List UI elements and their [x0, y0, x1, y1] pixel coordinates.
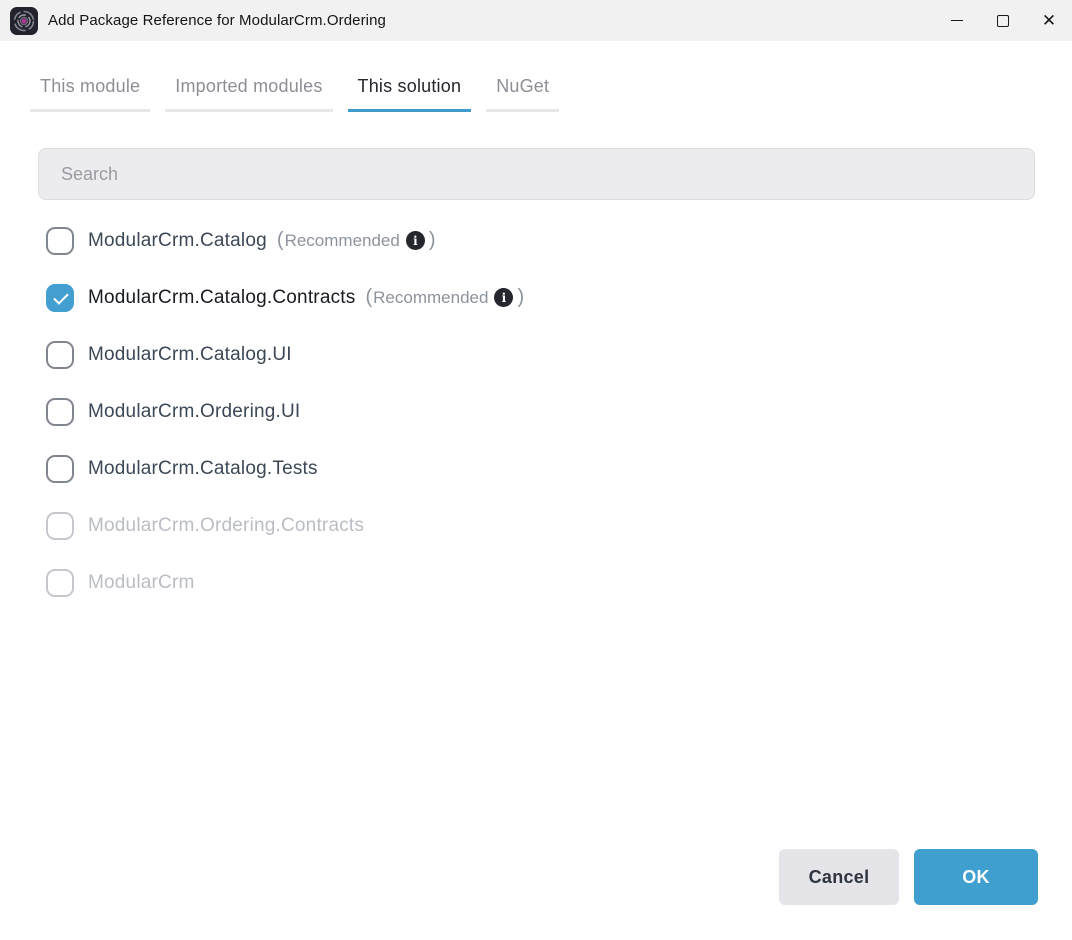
recommended-label: Recommended — [373, 288, 488, 308]
package-row: ModularCrm (i) — [46, 554, 1072, 611]
search-input[interactable] — [38, 148, 1035, 200]
tab-this-solution[interactable]: This solution — [348, 76, 472, 112]
package-checkbox[interactable] — [46, 341, 74, 369]
app-icon — [10, 7, 38, 35]
close-button[interactable]: ✕ — [1026, 0, 1072, 41]
package-row[interactable]: ModularCrm.Catalog.Tests (i) — [46, 440, 1072, 497]
close-icon: ✕ — [1042, 12, 1056, 29]
tab-label: This module — [40, 76, 140, 96]
tab-label: This solution — [358, 76, 462, 96]
dialog-footer: Cancel OK — [779, 849, 1038, 905]
package-name: ModularCrm.Ordering.UI — [88, 401, 300, 423]
titlebar: Add Package Reference for ModularCrm.Ord… — [0, 0, 1072, 41]
package-checkbox[interactable] — [46, 284, 74, 312]
add-package-reference-dialog: Add Package Reference for ModularCrm.Ord… — [0, 0, 1072, 940]
search-container — [38, 148, 1035, 200]
recommended-note: (Recommendedi) — [365, 286, 524, 309]
info-icon[interactable]: i — [406, 231, 425, 250]
package-checkbox[interactable] — [46, 569, 74, 597]
tab-imported-modules[interactable]: Imported modules — [165, 76, 332, 112]
package-row: ModularCrm.Ordering.Contracts (i) — [46, 497, 1072, 554]
tab-label: NuGet — [496, 76, 549, 96]
package-checkbox[interactable] — [46, 398, 74, 426]
package-row[interactable]: ModularCrm.Catalog (Recommendedi) — [46, 212, 1072, 269]
package-checkbox[interactable] — [46, 227, 74, 255]
package-name: ModularCrm.Catalog — [88, 230, 267, 252]
package-row[interactable]: ModularCrm.Catalog.UI (i) — [46, 326, 1072, 383]
package-name: ModularCrm.Catalog.UI — [88, 344, 292, 366]
package-list: ModularCrm.Catalog (Recommendedi) Modula… — [46, 212, 1072, 611]
package-name: ModularCrm.Catalog.Contracts — [88, 287, 355, 309]
recommended-label: Recommended — [285, 231, 400, 251]
tab-label: Imported modules — [175, 76, 322, 96]
package-row[interactable]: ModularCrm.Catalog.Contracts (Recommende… — [46, 269, 1072, 326]
tab-bar: This module Imported modules This soluti… — [30, 76, 1072, 112]
package-name: ModularCrm — [88, 572, 195, 594]
tab-nuget[interactable]: NuGet — [486, 76, 559, 112]
package-checkbox[interactable] — [46, 512, 74, 540]
window-controls: ✕ — [934, 0, 1072, 41]
tab-this-module[interactable]: This module — [30, 76, 150, 112]
package-name: ModularCrm.Ordering.Contracts — [88, 515, 364, 537]
maximize-icon — [997, 15, 1009, 27]
window-title: Add Package Reference for ModularCrm.Ord… — [48, 12, 386, 29]
minimize-icon — [951, 20, 963, 21]
recommended-note: (Recommendedi) — [277, 229, 436, 252]
minimize-button[interactable] — [934, 0, 980, 41]
info-icon[interactable]: i — [494, 288, 513, 307]
ok-button[interactable]: OK — [914, 849, 1038, 905]
package-name: ModularCrm.Catalog.Tests — [88, 458, 318, 480]
package-checkbox[interactable] — [46, 455, 74, 483]
maximize-button[interactable] — [980, 0, 1026, 41]
package-row[interactable]: ModularCrm.Ordering.UI (i) — [46, 383, 1072, 440]
cancel-button[interactable]: Cancel — [779, 849, 899, 905]
